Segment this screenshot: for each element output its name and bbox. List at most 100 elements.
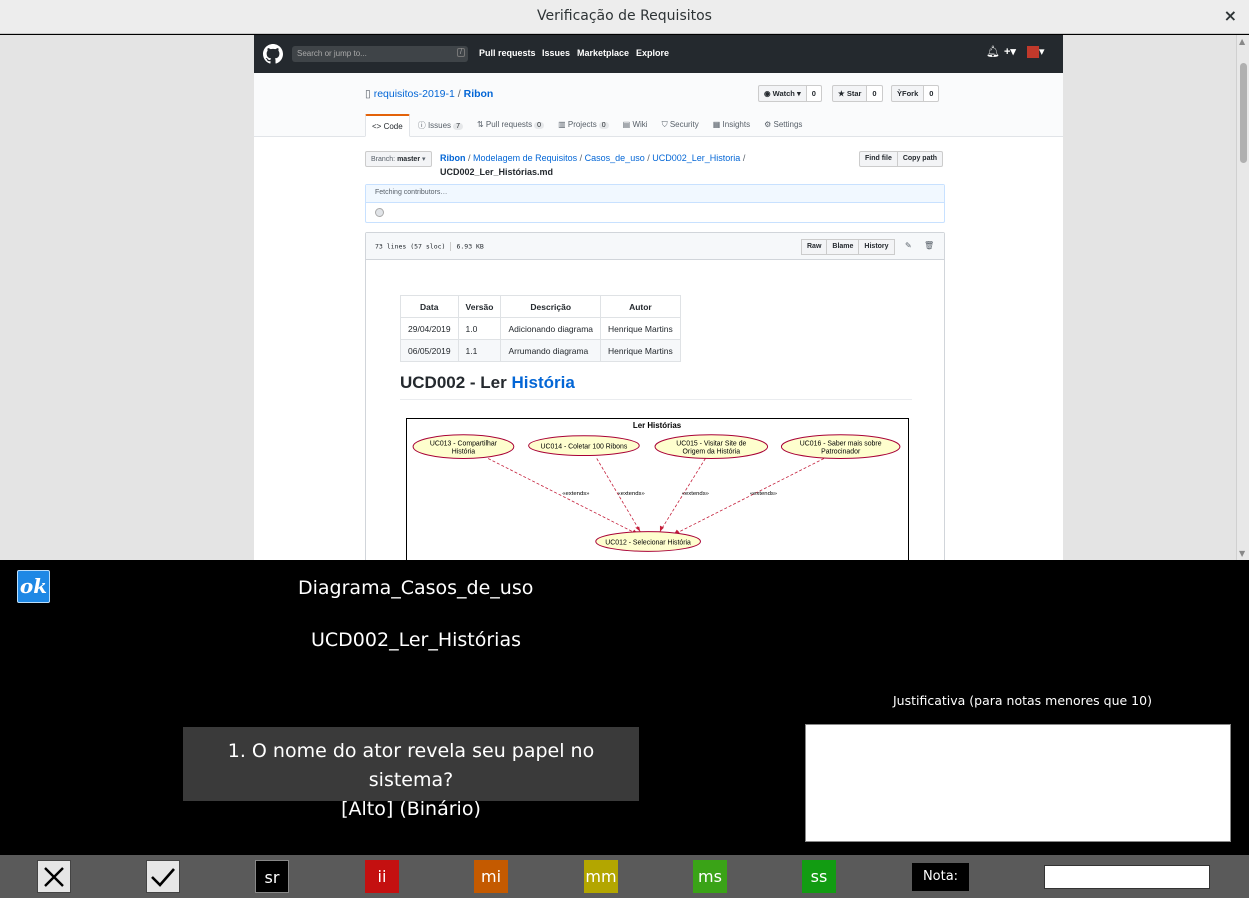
extends-label: «extends»: [750, 491, 778, 497]
pull-request-icon: ⇅: [476, 120, 484, 129]
use-case-label: UC012 - Selecionar História: [605, 539, 691, 546]
x-icon: [44, 867, 64, 887]
window-titlebar: Verificação de Requisitos ×: [0, 0, 1249, 34]
gear-icon: ⚙: [764, 120, 772, 129]
use-case-label: UC016 - Saber mais sobre: [800, 441, 882, 448]
table-header: Data: [400, 295, 459, 318]
tab-insights[interactable]: ▦ Insights: [707, 114, 756, 137]
nav-issues[interactable]: Issues: [542, 48, 570, 58]
plus-icon[interactable]: +▾: [1004, 45, 1016, 58]
rating-mi-button[interactable]: mi: [474, 860, 508, 893]
close-icon[interactable]: ×: [1224, 6, 1237, 25]
repo-name-link[interactable]: Ribon: [464, 88, 494, 100]
star-count[interactable]: 0: [867, 85, 883, 102]
viewer-scrollbar[interactable]: ▲ ▼: [1236, 35, 1249, 560]
use-case-name: UCD002_Ler_Histórias: [311, 629, 521, 651]
check-icon: [151, 868, 175, 887]
use-case-diagram: Ler Histórias «extends» «extends» «exten…: [406, 418, 909, 560]
extends-label: «extends»: [618, 491, 646, 497]
avatar[interactable]: ▾: [1027, 45, 1045, 59]
tab-pull-requests[interactable]: ⇅ Pull requests 0: [471, 114, 550, 137]
use-case-label: Patrocinador: [821, 449, 861, 456]
file-lines: 73 lines (57 sloc): [375, 242, 446, 251]
github-page: Search or jump to... / Pull requests Iss…: [254, 35, 1063, 560]
tab-code[interactable]: <> Code: [365, 114, 410, 137]
history-button[interactable]: History: [859, 239, 895, 255]
github-logo-icon[interactable]: [263, 44, 283, 64]
revision-table: Data Versão Descrição Autor 29/04/2019 1…: [400, 295, 681, 362]
eye-icon: ◉: [764, 89, 771, 98]
ok-logo: ok: [17, 570, 50, 603]
diagram-name: Diagrama_Casos_de_uso: [298, 577, 534, 599]
watch-button[interactable]: ◉ Watch ▾: [758, 85, 807, 102]
nota-label: Nota:: [912, 863, 969, 891]
use-case-label: UC013 - Compartilhar: [430, 441, 498, 448]
fork-button[interactable]: ỲFork: [891, 85, 925, 102]
table-row: 06/05/2019 1.1 Arrumando diagrama Henriq…: [400, 339, 681, 362]
scroll-up-icon[interactable]: ▲: [1239, 37, 1245, 46]
project-icon: ▥: [558, 120, 566, 129]
tab-security[interactable]: ⛉ Security: [656, 114, 705, 137]
tab-issues[interactable]: ⓘ Issues 7: [412, 114, 469, 137]
repo-owner-link[interactable]: requisitos-2019-1: [374, 88, 455, 100]
issue-icon: ⓘ: [417, 121, 426, 130]
nota-input[interactable]: [1044, 865, 1210, 889]
search-placeholder: Search or jump to...: [297, 49, 367, 58]
github-header: Search or jump to... / Pull requests Iss…: [254, 35, 1063, 73]
breadcrumb-item[interactable]: Casos_de_uso: [585, 153, 645, 163]
rating-ii-button[interactable]: ii: [365, 860, 399, 893]
graph-icon: ▦: [712, 120, 721, 129]
branch-select[interactable]: Branch: master ▾: [365, 151, 432, 167]
file-size: 6.93 KB: [456, 242, 484, 251]
tab-projects[interactable]: ▥ Projects 0: [552, 114, 615, 137]
tab-settings[interactable]: ⚙ Settings: [758, 114, 808, 137]
bell-icon[interactable]: 🔔︎: [986, 45, 1000, 58]
use-case-label: UC014 - Coletar 100 Ribons: [541, 444, 628, 451]
rating-ss-button[interactable]: ss: [802, 860, 836, 893]
nav-explore[interactable]: Explore: [636, 48, 669, 58]
question-criteria: [Alto] (Binário): [341, 798, 481, 820]
scrollbar-thumb[interactable]: [1240, 63, 1247, 163]
find-file-button[interactable]: Find file: [859, 151, 898, 167]
breadcrumb-root[interactable]: Ribon: [440, 153, 466, 163]
use-case-label: UC015 - Visitar Site de: [676, 441, 746, 448]
rating-mm-button[interactable]: mm: [584, 860, 618, 893]
nav-marketplace[interactable]: Marketplace: [577, 48, 629, 58]
watch-count[interactable]: 0: [806, 85, 822, 102]
window-title: Verificação de Requisitos: [537, 8, 712, 24]
fork-count[interactable]: 0: [924, 85, 940, 102]
book-icon: ▤: [622, 120, 631, 129]
breadcrumb-item[interactable]: Modelagem de Requisitos: [473, 153, 577, 163]
use-case-label: História: [452, 449, 476, 456]
repo-title: ▯ requisitos-2019-1 / Ribon: [365, 88, 494, 100]
star-button[interactable]: ★ Star: [832, 85, 868, 102]
screenshot-viewer: Search or jump to... / Pull requests Iss…: [0, 35, 1249, 560]
nav-pull-requests[interactable]: Pull requests: [479, 48, 536, 58]
table-header: Versão: [457, 295, 502, 318]
trash-icon[interactable]: 🗑︎: [924, 241, 934, 250]
breadcrumb-item[interactable]: UCD002_Ler_Historia: [652, 153, 740, 163]
tab-wiki[interactable]: ▤ Wiki: [617, 114, 654, 137]
rating-sr-button[interactable]: sr: [255, 860, 289, 893]
contributors-box: Fetching contributors…: [365, 184, 945, 223]
table-header: Descrição: [500, 295, 602, 318]
accept-button[interactable]: [146, 860, 180, 893]
file-actions: Find file Copy path: [859, 151, 944, 167]
rating-ms-button[interactable]: ms: [693, 860, 727, 893]
pencil-icon[interactable]: ✎: [905, 241, 912, 250]
justification-input[interactable]: [805, 724, 1231, 842]
star-control: ★ Star 0: [832, 85, 889, 102]
scroll-down-icon[interactable]: ▼: [1239, 549, 1245, 558]
blame-button[interactable]: Blame: [827, 239, 860, 255]
github-search-input[interactable]: Search or jump to... /: [292, 46, 468, 62]
raw-button[interactable]: Raw: [801, 239, 828, 255]
heading-link[interactable]: História: [511, 373, 574, 392]
search-shortcut-key: /: [457, 48, 465, 57]
watch-control: ◉ Watch ▾ 0: [758, 85, 828, 102]
question-box: 1. O nome do ator revela seu papel no si…: [183, 727, 639, 820]
repo-header: ▯ requisitos-2019-1 / Ribon ◉ Watch ▾ 0 …: [254, 73, 1063, 137]
reject-button[interactable]: [37, 860, 71, 893]
file-viewer: 73 lines (57 sloc) 6.93 KB Raw Blame Hist…: [365, 232, 945, 560]
copy-path-button[interactable]: Copy path: [897, 151, 944, 167]
uml-title: Ler Histórias: [633, 421, 682, 430]
